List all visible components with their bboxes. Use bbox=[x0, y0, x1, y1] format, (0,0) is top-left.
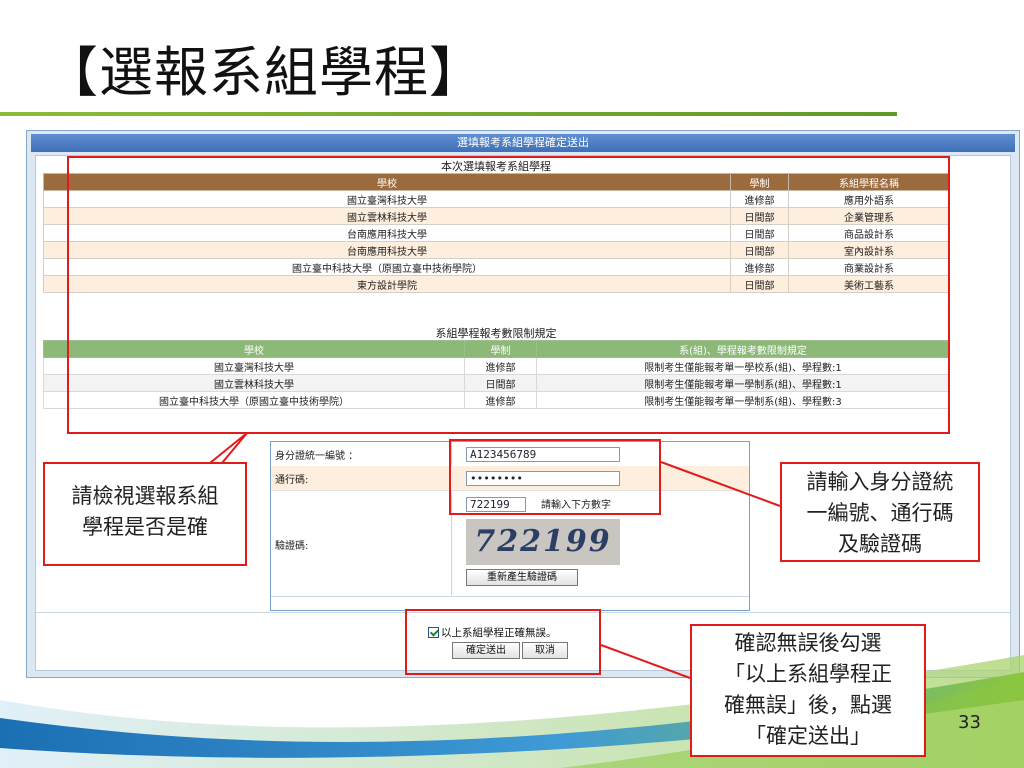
review-callout: 請檢視選報系組 學程是否是確 bbox=[43, 462, 247, 566]
review-callout-line: 學程是否是確 bbox=[82, 515, 208, 539]
credentials-callout-pointer bbox=[660, 461, 781, 507]
confirm-callout-line: 確無誤」後，點選 bbox=[724, 693, 892, 717]
page-number: 33 bbox=[958, 712, 981, 733]
confirm-callout-line: 「以上系組學程正 bbox=[724, 662, 892, 686]
confirm-callout-line: 「確定送出」 bbox=[745, 724, 871, 748]
review-callout-line: 請檢視選報系組 bbox=[71, 484, 219, 508]
credentials-callout-line: 請輸入身分證統 bbox=[806, 470, 954, 494]
confirm-callout-pointer bbox=[600, 644, 691, 679]
review-callout-pointer bbox=[209, 432, 248, 464]
credentials-callout: 請輸入身分證統 一編號、通行碼 及驗證碼 bbox=[780, 462, 980, 562]
confirm-callout: 確認無誤後勾選 「以上系組學程正 確無誤」後，點選 「確定送出」 bbox=[690, 624, 926, 757]
credentials-callout-line: 一編號、通行碼 bbox=[806, 501, 954, 525]
credentials-callout-line: 及驗證碼 bbox=[838, 532, 922, 556]
confirm-callout-line: 確認無誤後勾選 bbox=[734, 631, 882, 655]
